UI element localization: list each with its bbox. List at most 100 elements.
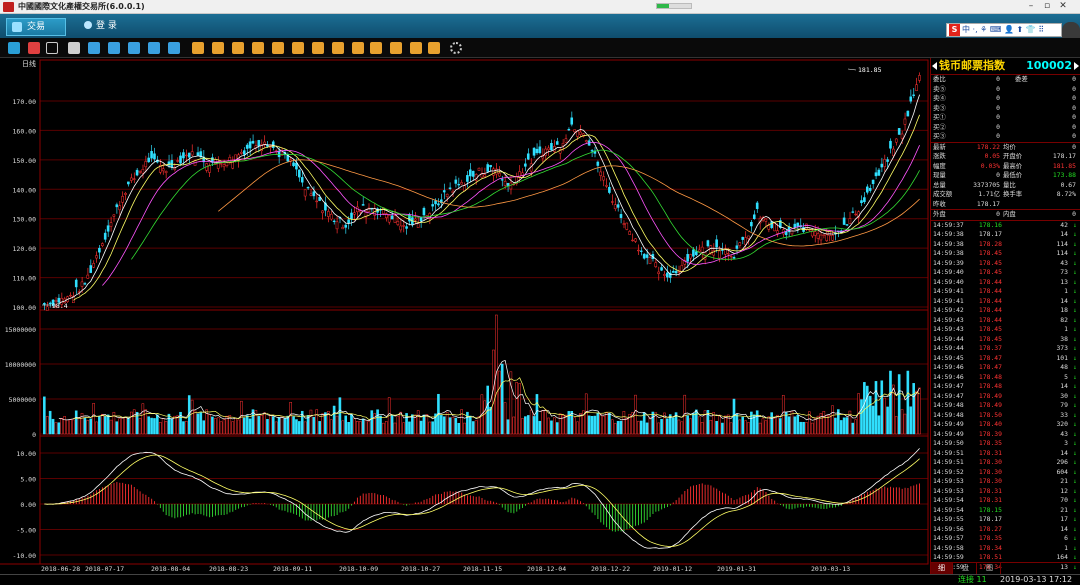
week-icon[interactable] bbox=[108, 42, 120, 54]
tick-row[interactable]: 14:59:38 178.45 114 ↓ bbox=[931, 249, 1080, 259]
next-arrow-icon[interactable] bbox=[1074, 62, 1079, 70]
volume-bar bbox=[222, 419, 226, 435]
tick-row[interactable]: 14:59:46 178.47 48 ↓ bbox=[931, 363, 1080, 373]
tick-row[interactable]: 14:59:54 178.31 70 ↓ bbox=[931, 496, 1080, 506]
trade-tab[interactable]: 交易 bbox=[6, 18, 66, 36]
candlestick-icon[interactable] bbox=[46, 42, 58, 54]
tick-row[interactable]: 14:59:50 178.35 3 ↓ bbox=[931, 439, 1080, 449]
tick-row[interactable]: 14:59:51 178.31 14 ↓ bbox=[931, 449, 1080, 459]
tick-row[interactable]: 14:59:56 178.27 14 ↓ bbox=[931, 525, 1080, 535]
min60-icon[interactable] bbox=[272, 42, 284, 54]
tick-row[interactable]: 14:59:43 178.44 82 ↓ bbox=[931, 316, 1080, 326]
up-candle bbox=[190, 151, 194, 156]
tick-row[interactable]: 14:59:44 178.45 38 ↓ bbox=[931, 335, 1080, 345]
tick-row[interactable]: 14:59:38 178.28 114 ↓ bbox=[931, 240, 1080, 250]
tick-row[interactable]: 14:59:40 178.44 13 ↓ bbox=[931, 278, 1080, 288]
year-icon[interactable] bbox=[168, 42, 180, 54]
tick-list[interactable]: 14:59:37 178.16 42 ↓ 14:59:38 178.17 14 ↓ 14:59:… bbox=[931, 219, 1080, 573]
up-candle bbox=[509, 182, 513, 190]
min15-icon[interactable] bbox=[232, 42, 244, 54]
min30-icon[interactable] bbox=[252, 42, 264, 54]
tick-volume: 14 bbox=[1060, 296, 1068, 305]
kline-chart[interactable]: 170.00 160.00 150.00 140.00 130.00 120.00 110.… bbox=[0, 58, 930, 574]
volume-bar bbox=[45, 416, 49, 435]
tick-row[interactable]: 14:59:47 178.49 30 ↓ bbox=[931, 392, 1080, 402]
line-chart-icon[interactable] bbox=[28, 42, 40, 54]
bar-chart-icon[interactable] bbox=[8, 42, 20, 54]
minimize-button[interactable]: – bbox=[1024, 1, 1038, 12]
zoom-in-icon[interactable] bbox=[390, 42, 402, 54]
panel-tab[interactable]: 盘 bbox=[955, 563, 977, 574]
tick-volume: 1 bbox=[1064, 543, 1068, 552]
tick-row[interactable]: 14:59:57 178.35 6 ↓ bbox=[931, 534, 1080, 544]
pen-icon[interactable] bbox=[428, 42, 440, 54]
down-candle bbox=[671, 270, 675, 273]
tick-row[interactable]: 14:59:37 178.16 42 ↓ bbox=[931, 221, 1080, 231]
quarter-icon[interactable] bbox=[148, 42, 160, 54]
ime-label: 中 ·, ⚘ ⌨ 👤 ⬆ 👕 ⠿ bbox=[962, 25, 1045, 34]
tick-row[interactable]: 14:59:49 178.40 320 ↓ bbox=[931, 420, 1080, 430]
day-icon[interactable] bbox=[88, 42, 100, 54]
stat-value2: 0.67 bbox=[1060, 180, 1076, 189]
down-candle bbox=[489, 164, 492, 168]
tick-row[interactable]: 14:59:41 178.44 14 ↓ bbox=[931, 297, 1080, 307]
volume-bar bbox=[382, 422, 385, 435]
up-candle bbox=[854, 213, 858, 216]
book-value: 0 bbox=[996, 122, 1000, 131]
panel-tab[interactable]: 图 bbox=[979, 563, 1001, 574]
tick-row[interactable]: 14:59:40 178.45 73 ↓ bbox=[931, 268, 1080, 278]
panel-tab[interactable]: 细 bbox=[931, 563, 953, 574]
tool3-icon[interactable] bbox=[332, 42, 344, 54]
tick-row[interactable]: 14:59:53 178.31 12 ↓ bbox=[931, 487, 1080, 497]
tick-row[interactable]: 14:59:52 178.30 604 ↓ bbox=[931, 468, 1080, 478]
prev-arrow-icon[interactable] bbox=[932, 62, 937, 70]
tick-row[interactable]: 14:59:38 178.17 14 ↓ bbox=[931, 230, 1080, 240]
draw-icon[interactable] bbox=[370, 42, 382, 54]
up-candle bbox=[561, 143, 565, 147]
down-candle bbox=[770, 221, 773, 228]
tick-row[interactable]: 14:59:41 178.44 1 ↓ bbox=[931, 287, 1080, 297]
ime-toolbar[interactable]: S中 ·, ⚘ ⌨ 👤 ⬆ 👕 ⠿ bbox=[946, 23, 1062, 37]
tick-row[interactable]: 14:59:45 178.47 101 ↓ bbox=[931, 354, 1080, 364]
volume-bar bbox=[544, 409, 547, 435]
volume-bar bbox=[286, 415, 290, 435]
tick-row[interactable]: 14:59:47 178.48 14 ↓ bbox=[931, 382, 1080, 392]
tick-row[interactable]: 14:59:46 178.48 5 ↓ bbox=[931, 373, 1080, 383]
tick-row[interactable]: 14:59:42 178.44 18 ↓ bbox=[931, 306, 1080, 316]
close-button[interactable]: ✕ bbox=[1056, 1, 1070, 12]
tick-row[interactable]: 14:59:54 178.15 21 ↓ bbox=[931, 506, 1080, 516]
up-candle bbox=[610, 201, 614, 203]
volume-bar bbox=[535, 394, 539, 435]
tool1-icon[interactable] bbox=[292, 42, 304, 54]
minute-icon[interactable] bbox=[192, 42, 204, 54]
date-label: 2018-07-17 bbox=[85, 565, 124, 573]
inner-value: 0 bbox=[1072, 210, 1076, 218]
tick-volume: 320 bbox=[1056, 420, 1068, 428]
login-link[interactable]: 登 录 bbox=[84, 19, 117, 33]
month-icon[interactable] bbox=[128, 42, 140, 54]
tick-row[interactable]: 14:59:39 178.45 43 ↓ bbox=[931, 259, 1080, 269]
date-label: 2018-09-11 bbox=[273, 565, 312, 573]
tick-row[interactable]: 14:59:55 178.17 17 ↓ bbox=[931, 515, 1080, 525]
min5-icon[interactable] bbox=[212, 42, 224, 54]
tick-row[interactable]: 14:59:53 178.30 21 ↓ bbox=[931, 477, 1080, 487]
table-icon[interactable] bbox=[68, 42, 80, 54]
tick-row[interactable]: 14:59:44 178.37 373 ↓ bbox=[931, 344, 1080, 354]
zoom-out-icon[interactable] bbox=[410, 42, 422, 54]
volume-bar bbox=[153, 418, 156, 435]
settings-icon[interactable] bbox=[450, 42, 462, 54]
tool4-icon[interactable] bbox=[352, 42, 364, 54]
down-candle bbox=[674, 270, 678, 274]
tick-row[interactable]: 14:59:49 178.39 43 ↓ bbox=[931, 430, 1080, 440]
volume-bar bbox=[741, 416, 744, 435]
volume-bar bbox=[63, 416, 66, 435]
maximize-button[interactable]: ▫ bbox=[1040, 1, 1054, 12]
tool2-icon[interactable] bbox=[312, 42, 324, 54]
tick-direction-icon: ↓ bbox=[1073, 524, 1077, 533]
up-candle bbox=[602, 176, 605, 181]
tick-row[interactable]: 14:59:58 178.34 1 ↓ bbox=[931, 544, 1080, 554]
tick-row[interactable]: 14:59:48 178.50 33 ↓ bbox=[931, 411, 1080, 421]
tick-row[interactable]: 14:59:51 178.30 296 ↓ bbox=[931, 458, 1080, 468]
tick-row[interactable]: 14:59:48 178.49 79 ↓ bbox=[931, 401, 1080, 411]
tick-row[interactable]: 14:59:43 178.45 1 ↓ bbox=[931, 325, 1080, 335]
